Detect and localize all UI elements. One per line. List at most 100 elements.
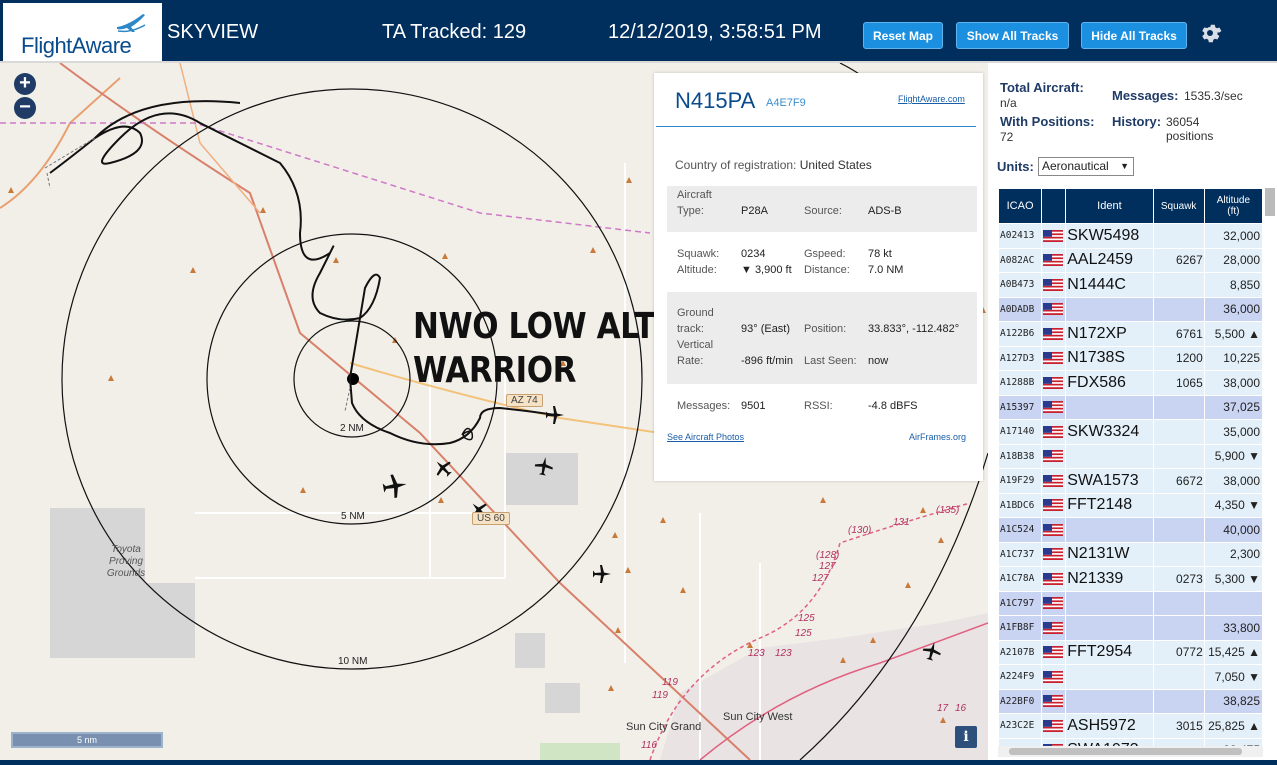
cell-altitude: 35,000 <box>1204 420 1262 444</box>
table-row[interactable]: A1BDC6 FFT2148 4,350 ▼ <box>999 493 1262 517</box>
route-119-label: 119 <box>662 677 678 688</box>
vertical-rate-label: Vertical Rate: <box>677 339 714 367</box>
col-header-altitude[interactable]: Altitude (ft) <box>1204 189 1262 223</box>
us-flag-icon <box>1043 572 1064 585</box>
cell-icao: A1C78A <box>999 567 1042 591</box>
table-row[interactable]: A1C737 N2131W 2,300 <box>999 542 1262 566</box>
info-button[interactable]: i <box>955 726 977 748</box>
cell-squawk: 3015 <box>1153 714 1204 738</box>
header-bar: FlightAware SKYVIEW TA Tracked: 129 12/1… <box>0 0 1277 63</box>
cell-altitude: 37,025 <box>1204 395 1262 419</box>
vertical-scrollbar[interactable] <box>1265 188 1275 216</box>
receiver-site-marker <box>347 373 359 385</box>
us-flag-icon <box>1043 376 1064 389</box>
table-row[interactable]: A082AC AAL2459 6267 28,000 <box>999 248 1262 272</box>
table-row[interactable]: A22BF0 38,825 <box>999 689 1262 713</box>
table-row[interactable]: A15397 37,025 <box>999 395 1262 419</box>
reset-map-button[interactable]: Reset Map <box>863 22 943 49</box>
route-119-label: 119 <box>652 690 668 701</box>
cell-flag <box>1042 346 1066 370</box>
cell-altitude: 36,000 <box>1204 297 1262 321</box>
clock: 12/12/2019, 3:58:51 PM <box>608 21 822 43</box>
cell-squawk: 6672 <box>1153 469 1204 493</box>
flightaware-link[interactable]: FlightAware.com <box>898 94 965 104</box>
vertical-rate-value: -896 ft/min <box>741 355 793 367</box>
route-131-label: 131 <box>893 517 910 528</box>
table-row[interactable]: A1288B FDX586 1065 38,000 <box>999 371 1262 395</box>
table-row[interactable]: A1FB8F 33,800 <box>999 616 1262 640</box>
cell-flag <box>1042 297 1066 321</box>
aircraft-table-body: A02413 SKW5498 32,000 A082AC AAL2459 6267 28,0… <box>999 224 1262 748</box>
ring-label-5nm: 5 NM <box>341 511 365 522</box>
aircraft-table: ICAO Ident Squawk Altitude (ft) A02413 SK… <box>998 188 1263 748</box>
units-selected-value: Aeronautical <box>1042 159 1109 173</box>
col-header-squawk[interactable]: Squawk <box>1153 189 1204 223</box>
us-flag-icon <box>1043 695 1064 708</box>
cell-altitude: 38,000 <box>1204 371 1262 395</box>
cell-icao: A127D3 <box>999 346 1042 370</box>
last-seen-label: Last Seen: <box>804 355 857 367</box>
boundary-line <box>0 122 651 234</box>
route-130-label: (130) <box>848 525 872 536</box>
rssi-value: -4.8 dBFS <box>868 400 918 412</box>
popup-block-squawk: Squawk: 0234 Gspeed: 78 kt Altitude: ▼ 3… <box>667 239 977 285</box>
cell-icao: A18B38 <box>999 444 1042 468</box>
cell-flag <box>1042 420 1066 444</box>
aircraft-type-value: P28A <box>741 205 768 217</box>
table-row[interactable]: A1C524 40,000 <box>999 518 1262 542</box>
aircraft-photos-link[interactable]: See Aircraft Photos <box>667 432 744 442</box>
zoom-out-button[interactable]: − <box>14 97 36 119</box>
table-row[interactable]: A1C78A N21339 0273 5,300 ▼ <box>999 567 1262 591</box>
table-row[interactable]: A0DADB 36,000 <box>999 297 1262 321</box>
table-row[interactable]: A122B6 N172XP 6761 5,500 ▲ <box>999 322 1262 346</box>
show-all-tracks-button[interactable]: Show All Tracks <box>956 22 1069 49</box>
cell-flag <box>1042 616 1066 640</box>
horizontal-scrollbar-thumb[interactable] <box>1009 748 1242 755</box>
zoom-in-button[interactable]: + <box>14 73 36 95</box>
cell-squawk <box>1153 273 1204 297</box>
cell-ident: N1738S <box>1066 346 1153 370</box>
table-row[interactable]: A18B38 5,900 ▼ <box>999 444 1262 468</box>
cell-squawk <box>1153 395 1204 419</box>
aircraft-info-popup: N415PA A4E7F9 FlightAware.com Country of… <box>654 73 983 481</box>
flightaware-logo[interactable]: FlightAware <box>3 3 162 61</box>
cell-squawk: 1065 <box>1153 371 1204 395</box>
table-row[interactable]: A127D3 N1738S 1200 10,225 <box>999 346 1262 370</box>
col-header-icao[interactable]: ICAO <box>999 189 1042 223</box>
history-value: 36054 positions <box>1166 115 1214 143</box>
ground-track-label: Ground track: <box>677 307 714 335</box>
units-select[interactable]: Aeronautical ▼ <box>1038 157 1134 176</box>
logo-text: FlightAware <box>21 33 132 58</box>
table-row[interactable]: A17140 SKW3324 35,000 <box>999 420 1262 444</box>
cell-ident <box>1066 297 1153 321</box>
altitude-value: ▼ 3,900 ft <box>741 264 792 276</box>
table-row[interactable]: A2107B FFT2954 0772 15,425 ▲ <box>999 640 1262 664</box>
cell-ident <box>1066 616 1153 640</box>
col-header-ident[interactable]: Ident <box>1066 189 1153 223</box>
position-label: Position: <box>804 323 847 335</box>
cell-icao: A15397 <box>999 395 1042 419</box>
cell-icao: A22BF0 <box>999 689 1042 713</box>
cell-icao: A1BDC6 <box>999 493 1042 517</box>
cell-squawk <box>1153 542 1204 566</box>
table-row[interactable]: A02413 SKW5498 32,000 <box>999 224 1262 248</box>
table-row[interactable]: A0B473 N1444C 8,850 <box>999 273 1262 297</box>
us-flag-icon <box>1043 499 1064 512</box>
aircraft-table-container[interactable]: ICAO Ident Squawk Altitude (ft) A02413 SK… <box>998 188 1263 748</box>
cell-ident <box>1066 395 1153 419</box>
table-row[interactable]: A23C2E ASH5972 3015 25,825 ▲ <box>999 714 1262 738</box>
gray-area <box>145 583 195 658</box>
horizontal-scrollbar[interactable] <box>998 746 1263 757</box>
cell-flag <box>1042 542 1066 566</box>
route-17-label: 17 <box>937 703 949 714</box>
table-row[interactable]: A224F9 7,050 ▼ <box>999 665 1262 689</box>
country-label: Country of registration: <box>675 158 797 172</box>
messages-value: 9501 <box>741 400 766 412</box>
table-row[interactable]: A1C797 <box>999 591 1262 615</box>
us-flag-icon <box>1043 474 1064 487</box>
hide-all-tracks-button[interactable]: Hide All Tracks <box>1081 22 1187 49</box>
table-row[interactable]: A19F29 SWA1573 6672 38,000 <box>999 469 1262 493</box>
gear-icon[interactable] <box>1198 21 1222 45</box>
cell-flag <box>1042 591 1066 615</box>
airframes-link[interactable]: AirFrames.org <box>909 432 966 442</box>
